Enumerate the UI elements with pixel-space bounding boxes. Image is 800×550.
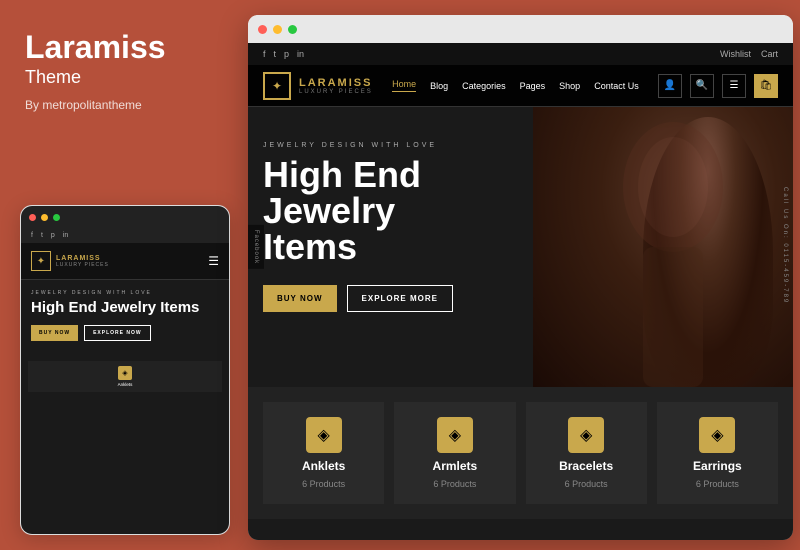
hero-title: High EndJewelryItems (263, 157, 523, 265)
desktop-nav-links: Home Blog Categories Pages Shop Contact … (392, 79, 639, 92)
desktop-dot-yellow (273, 25, 282, 34)
desktop-pinterest-icon[interactable]: p (284, 49, 289, 59)
desktop-mockup: f t p in Wishlist Cart ✦ LARAMISS LUXURY… (248, 15, 793, 540)
armlets-name: Armlets (433, 459, 478, 473)
desktop-twitter-icon[interactable]: t (274, 49, 277, 59)
mobile-mockup: f t p in ✦ LARAMISS LUXURY PIECES ☰ (20, 205, 230, 535)
list-item[interactable]: ◈ Anklets 6 Products (263, 402, 384, 504)
search-icon-button[interactable]: 🔍 (690, 74, 714, 98)
desktop-dot-red (258, 25, 267, 34)
nav-link-blog[interactable]: Blog (430, 81, 448, 91)
bracelets-name: Bracelets (559, 459, 613, 473)
hero-buttons: BUY NOW EXPLORE MORE (263, 285, 523, 312)
hero-text-area: JEWELRY DESIGN WITH LOVE High EndJewelry… (263, 142, 523, 312)
theme-subtitle: Theme (25, 67, 215, 88)
desktop-topbar (248, 15, 793, 43)
desktop-nav-top: f t p in Wishlist Cart (248, 43, 793, 65)
mobile-topbar (21, 206, 229, 228)
earrings-count: 6 Products (696, 479, 739, 489)
mobile-hero-buttons: BUY NOW EXPLORE NOW (31, 325, 219, 341)
anklets-count: 6 Products (302, 479, 345, 489)
mobile-dot-green (53, 214, 60, 221)
mobile-content: f t p in ✦ LARAMISS LUXURY PIECES ☰ (21, 228, 229, 535)
bracelets-count: 6 Products (565, 479, 608, 489)
list-item[interactable]: ◈ Bracelets 6 Products (526, 402, 647, 504)
mobile-linkedin-icon: in (63, 232, 68, 239)
desktop-nav-action-icons: 👤 🔍 ☰ 🛍 (658, 74, 778, 98)
list-item[interactable]: ◈ Earrings 6 Products (657, 402, 778, 504)
mobile-social-bar: f t p in (21, 228, 229, 243)
hero-buy-now-button[interactable]: BUY NOW (263, 285, 337, 312)
nav-link-contact[interactable]: Contact Us (594, 81, 639, 91)
mobile-nav: ✦ LARAMISS LUXURY PIECES ☰ (21, 243, 229, 280)
mobile-category-row: ◈ Anklets (21, 354, 229, 399)
bracelets-icon: ◈ (568, 417, 604, 453)
wishlist-link[interactable]: Wishlist (720, 49, 751, 59)
category-anklets-label: Anklets (118, 382, 133, 387)
account-icon-button[interactable]: 👤 (658, 74, 682, 98)
mobile-dot-red (29, 214, 36, 221)
anklets-icon: ◈ (306, 417, 342, 453)
desktop-facebook-icon[interactable]: f (263, 49, 266, 59)
hero-decorative-svg (533, 107, 783, 387)
mobile-logo-text: LARAMISS (56, 255, 109, 262)
earrings-name: Earrings (693, 459, 742, 473)
anklets-name: Anklets (302, 459, 345, 473)
nav-link-home[interactable]: Home (392, 79, 416, 92)
desktop-main-nav: ✦ LARAMISS LUXURY PIECES Home Blog Categ… (248, 65, 793, 107)
cart-link[interactable]: Cart (761, 49, 778, 59)
armlets-icon: ◈ (437, 417, 473, 453)
theme-title: Laramiss (25, 30, 215, 65)
nav-link-shop[interactable]: Shop (559, 81, 580, 91)
desktop-top-right: Wishlist Cart (720, 49, 778, 59)
desktop-logo-sub-text: LUXURY PIECES (299, 89, 373, 95)
hero-image (533, 107, 793, 387)
desktop-hero: Facebook JEWELRY DESIGN WITH LOVE High E… (248, 107, 793, 387)
desktop-dot-green (288, 25, 297, 34)
mobile-logo-icon: ✦ (31, 251, 51, 271)
nav-link-categories[interactable]: Categories (462, 81, 506, 91)
cart-icon-button[interactable]: 🛍 (754, 74, 778, 98)
hero-left-social-text: Facebook (248, 225, 264, 269)
mobile-hamburger-icon[interactable]: ☰ (208, 254, 219, 268)
theme-author: By metropolitantheme (25, 98, 215, 112)
menu-icon-button[interactable]: ☰ (722, 74, 746, 98)
list-item[interactable]: ◈ Anklets (28, 361, 222, 392)
mobile-hero-title: High End Jewelry Items (31, 300, 219, 317)
mobile-logo-sub: LUXURY PIECES (56, 262, 109, 268)
left-panel: Laramiss Theme By metropolitantheme f t … (0, 0, 240, 550)
desktop-linkedin-icon[interactable]: in (297, 49, 304, 59)
mobile-facebook-icon: f (31, 232, 33, 239)
armlets-count: 6 Products (433, 479, 476, 489)
mobile-buy-now-button[interactable]: BUY NOW (31, 325, 78, 341)
desktop-content: f t p in Wishlist Cart ✦ LARAMISS LUXURY… (248, 43, 793, 540)
mobile-twitter-icon: t (41, 232, 43, 239)
desktop-logo: ✦ LARAMISS LUXURY PIECES (263, 72, 373, 100)
mobile-dot-yellow (41, 214, 48, 221)
earrings-icon: ◈ (699, 417, 735, 453)
nav-link-pages[interactable]: Pages (520, 81, 546, 91)
mobile-pinterest-icon: p (51, 232, 55, 239)
desktop-logo-icon: ✦ (263, 72, 291, 100)
desktop-logo-main-text: LARAMISS (299, 77, 373, 89)
mobile-hero-tag: JEWELRY DESIGN WITH LOVE (31, 290, 219, 296)
desktop-social-icons: f t p in (263, 49, 304, 59)
mobile-explore-button[interactable]: EXPLORE NOW (84, 325, 151, 341)
hero-tag: JEWELRY DESIGN WITH LOVE (263, 142, 523, 149)
mobile-logo: ✦ LARAMISS LUXURY PIECES (31, 251, 109, 271)
list-item[interactable]: ◈ Armlets 6 Products (394, 402, 515, 504)
category-anklets-icon: ◈ (118, 366, 132, 380)
hero-explore-button[interactable]: EXPLORE MORE (347, 285, 453, 312)
mobile-hero: JEWELRY DESIGN WITH LOVE High End Jewelr… (21, 280, 229, 354)
hero-side-text: Call Us On: 0115-459-789 (782, 187, 788, 304)
desktop-categories: ◈ Anklets 6 Products ◈ Armlets 6 Product… (248, 387, 793, 519)
